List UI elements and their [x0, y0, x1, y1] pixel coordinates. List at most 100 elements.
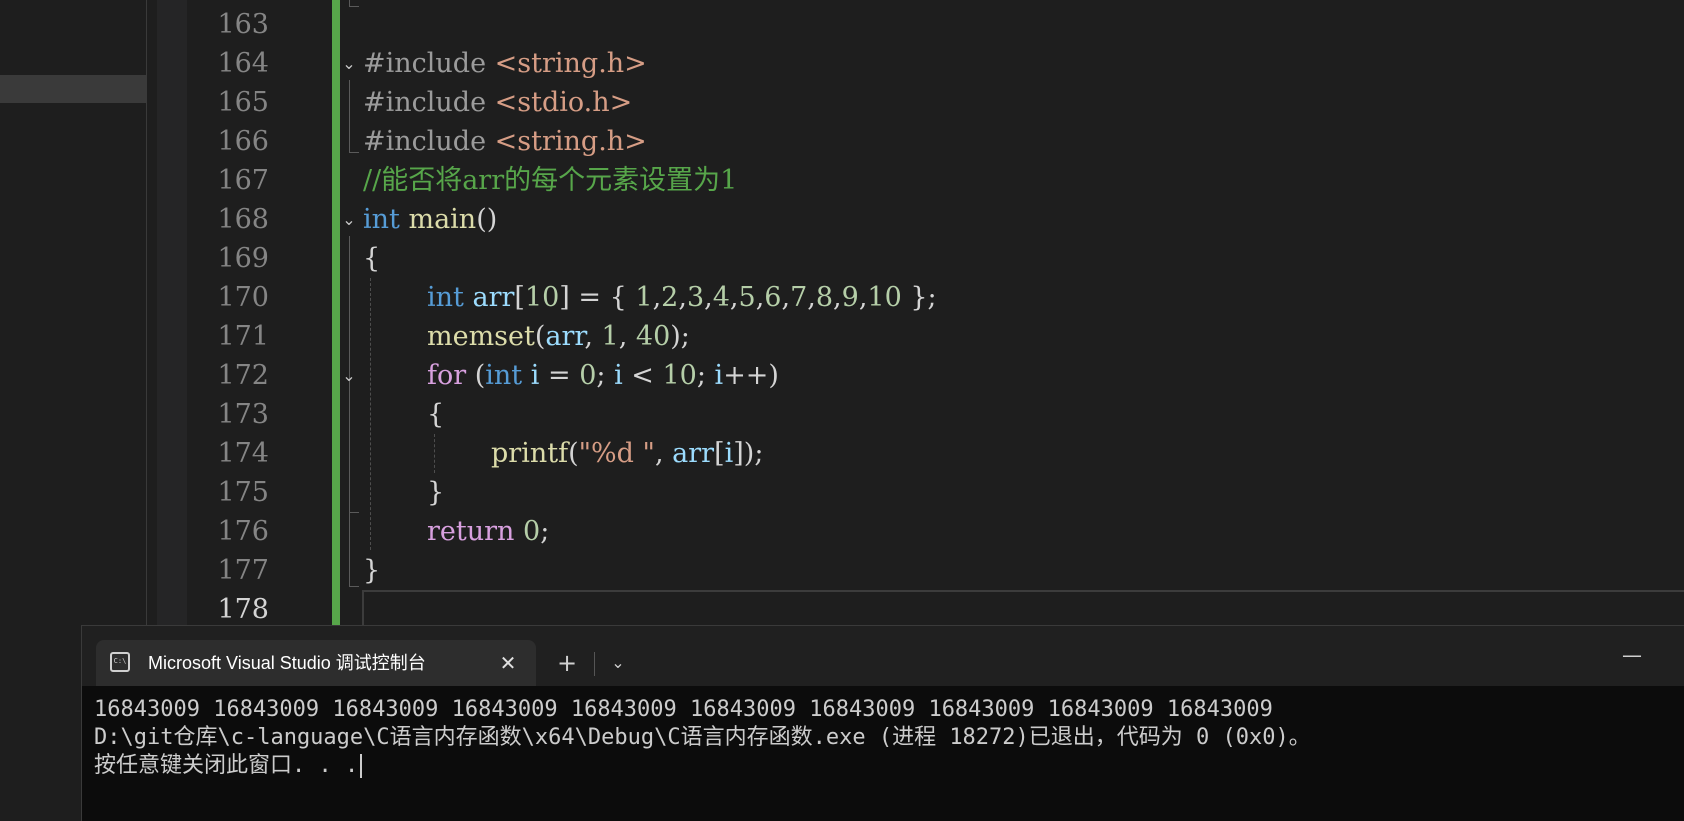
number-literal: 10: [662, 360, 697, 391]
console-titlebar[interactable]: C:\ Microsoft Visual Studio 调试控制台 ✕ + ⌄ …: [82, 626, 1684, 686]
console-tab-title: Microsoft Visual Studio 调试控制台: [148, 653, 426, 673]
line-number-current: 178: [217, 594, 269, 625]
line-number: 166: [217, 126, 269, 157]
outline-line: [349, 392, 350, 512]
code-line-174: printf("%d ", arr[i]);: [491, 434, 763, 473]
console-prompt-text: 按任意键关闭此窗口. . .: [94, 753, 359, 778]
variable: i: [614, 360, 623, 391]
number-literal: 40: [635, 321, 671, 352]
punctuation: {: [427, 399, 445, 430]
line-number: 172: [217, 360, 269, 391]
code-line-164: #include <string.h>: [363, 44, 647, 83]
code-line-170: int arr[10] = { 1,2,3,4,5,6,7,8,9,10 };: [427, 278, 937, 317]
change-tracking-bar: [332, 0, 340, 625]
line-number: 175: [217, 477, 269, 508]
console-output[interactable]: 16843009 16843009 16843009 16843009 1684…: [94, 696, 1674, 780]
number-literal: 8: [815, 282, 834, 313]
keyword: int: [485, 360, 523, 391]
number-literal: 1: [635, 282, 653, 313]
code-line-175: }: [427, 473, 444, 512]
punctuation: }: [427, 477, 445, 508]
code-line-167: //能否将arr的每个元素设置为1: [363, 161, 737, 200]
keyword: int: [427, 282, 464, 313]
punctuation: ,: [729, 282, 739, 313]
number-literal: 1: [601, 321, 619, 352]
punctuation: {: [363, 243, 381, 274]
punctuation: };: [901, 282, 937, 313]
punctuation: ,: [584, 321, 602, 352]
code-line-165: #include <stdio.h>: [363, 83, 632, 122]
variable: arr: [672, 438, 715, 469]
code-line-173: {: [427, 395, 444, 434]
punctuation: [: [714, 438, 725, 469]
terminal-icon: C:\: [110, 652, 130, 672]
line-number: 174: [217, 438, 269, 469]
line-number: 168: [217, 204, 269, 235]
number-literal: 5: [738, 282, 756, 313]
collapse-chevron-icon[interactable]: ⌄: [340, 200, 358, 239]
punctuation: );: [670, 321, 690, 352]
punctuation: ,: [833, 282, 842, 313]
punctuation: ,: [654, 438, 673, 469]
preprocessor-directive: #include: [363, 48, 487, 79]
punctuation: ,: [618, 321, 636, 352]
line-number: 170: [217, 282, 269, 313]
punctuation: ,: [704, 282, 713, 313]
punctuation: }: [363, 555, 381, 586]
number-literal: 7: [790, 282, 808, 313]
outline-line: [349, 80, 350, 152]
collapse-chevron-icon[interactable]: ⌄: [340, 44, 358, 83]
chevron-down-icon[interactable]: ⌄: [604, 648, 632, 678]
punctuation: ;: [540, 516, 550, 547]
include-path: <string.h>: [494, 48, 647, 79]
punctuation: ;: [596, 360, 615, 391]
new-tab-button[interactable]: +: [552, 648, 582, 678]
close-icon[interactable]: ✕: [496, 650, 520, 676]
include-path: <stdio.h>: [494, 87, 633, 118]
punctuation: ++): [723, 360, 779, 391]
titlebar-separator: [594, 652, 595, 676]
line-number: 165: [217, 87, 269, 118]
number-literal: 10: [524, 282, 560, 313]
control-keyword: for: [427, 360, 467, 391]
punctuation: =: [539, 360, 580, 391]
number-literal: 0: [523, 516, 541, 547]
line-number: 177: [217, 555, 269, 586]
code-line-166: #include <string.h>: [363, 122, 647, 161]
function-name: printf: [491, 438, 569, 469]
function-name: main: [408, 204, 477, 235]
punctuation: ;: [696, 360, 715, 391]
number-literal: 9: [841, 282, 859, 313]
line-number: 173: [217, 399, 269, 430]
text-cursor: [360, 754, 363, 778]
collapse-chevron-icon[interactable]: ⌄: [340, 356, 358, 395]
punctuation: ,: [652, 282, 662, 313]
minimize-button[interactable]: —: [1617, 640, 1647, 670]
debug-console-window[interactable]: C:\ Microsoft Visual Studio 调试控制台 ✕ + ⌄ …: [81, 625, 1684, 821]
punctuation: ,: [678, 282, 687, 313]
code-comment: //能否将arr的每个元素设置为1: [363, 165, 738, 196]
selected-tree-item[interactable]: [0, 75, 146, 103]
console-tab[interactable]: C:\ Microsoft Visual Studio 调试控制台 ✕: [96, 640, 536, 686]
punctuation: ,: [781, 282, 791, 313]
number-literal: 3: [686, 282, 705, 313]
number-literal: 2: [661, 282, 679, 313]
include-path: <string.h>: [494, 126, 647, 157]
punctuation: (: [568, 438, 579, 469]
indent-guide: [434, 434, 435, 473]
code-line-168: int main(): [363, 200, 497, 239]
variable: arr: [545, 321, 585, 352]
number-literal: 10: [867, 282, 902, 313]
variable: i: [714, 360, 724, 391]
punctuation: <: [622, 360, 663, 391]
variable: arr: [472, 282, 515, 313]
number-literal: 0: [579, 360, 597, 391]
line-number: 169: [217, 243, 269, 274]
current-line-highlight: [362, 590, 1684, 628]
punctuation: [: [514, 282, 525, 313]
